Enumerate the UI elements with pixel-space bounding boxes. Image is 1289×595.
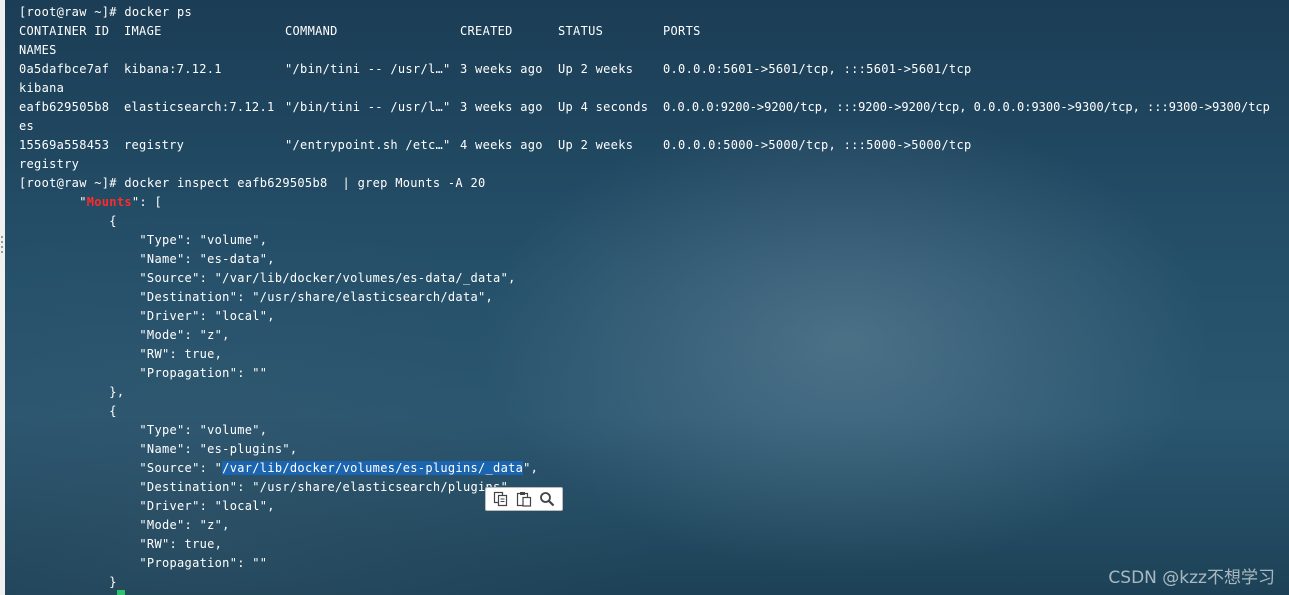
source-suffix: ", bbox=[523, 461, 539, 475]
container-image: kibana:7.12.1 bbox=[124, 62, 222, 76]
header-command: COMMAND bbox=[285, 24, 338, 38]
header-ports: PORTS bbox=[663, 24, 701, 38]
header-names: NAMES bbox=[19, 43, 57, 57]
container-name: registry bbox=[19, 157, 80, 171]
inspect-line: "RW": true, bbox=[19, 537, 223, 551]
container-created: 3 weeks ago bbox=[460, 62, 543, 76]
container-row: 15569a558453 registry "/entrypoint.sh /e… bbox=[19, 136, 1279, 155]
copy-icon[interactable] bbox=[492, 490, 510, 508]
container-name: kibana bbox=[19, 81, 65, 95]
container-command: "/bin/tini -- /usr/l…" bbox=[285, 100, 451, 114]
inspect-line: "RW": true, bbox=[19, 347, 223, 361]
inspect-line: { bbox=[19, 404, 117, 418]
container-created: 3 weeks ago bbox=[460, 100, 543, 114]
source-line: "Source": "/var/lib/docker/volumes/es-pl… bbox=[19, 459, 538, 478]
command-docker-ps: [root@raw ~]# docker ps bbox=[19, 5, 193, 19]
container-status: Up 4 seconds bbox=[558, 100, 649, 114]
container-name: es bbox=[19, 119, 35, 133]
header-image: IMAGE bbox=[124, 24, 162, 38]
container-created: 4 weeks ago bbox=[460, 138, 543, 152]
inspect-line: } bbox=[19, 575, 117, 589]
inspect-line: "Propagation": "" bbox=[19, 556, 268, 570]
inspect-line: "Source": "/var/lib/docker/volumes/es-da… bbox=[19, 271, 516, 285]
inspect-line: }, bbox=[19, 385, 125, 399]
container-id: 0a5dafbce7af bbox=[19, 62, 110, 76]
container-image: elasticsearch:7.12.1 bbox=[124, 100, 275, 114]
container-ports: 0.0.0.0:5000->5000/tcp, :::5000->5000/tc… bbox=[663, 138, 972, 152]
terminal-window[interactable]: [root@raw ~]# docker ps CONTAINER ID IMA… bbox=[5, 0, 1289, 595]
inspect-line: "Type": "volume", bbox=[19, 423, 268, 437]
container-image: registry bbox=[124, 138, 185, 152]
selection-toolbar bbox=[485, 487, 563, 511]
command-docker-inspect: [root@raw ~]# docker inspect eafb629505b… bbox=[19, 176, 486, 190]
inspect-line: "Destination": "/usr/share/elasticsearch… bbox=[19, 480, 516, 494]
container-status: Up 2 weeks bbox=[558, 138, 634, 152]
container-status: Up 2 weeks bbox=[558, 62, 634, 76]
terminal-cursor bbox=[117, 590, 125, 595]
container-id: 15569a558453 bbox=[19, 138, 110, 152]
mounts-line: "Mounts": [ bbox=[19, 193, 162, 212]
container-id: eafb629505b8 bbox=[19, 100, 110, 114]
csdn-watermark: CSDN @kzz不想学习 bbox=[1108, 568, 1275, 588]
inspect-line: "Driver": "local", bbox=[19, 309, 275, 323]
container-row: eafb629505b8 elasticsearch:7.12.1 "/bin/… bbox=[19, 98, 1279, 117]
inspect-line: "Mode": "z", bbox=[19, 328, 230, 342]
container-ports: 0.0.0.0:5601->5601/tcp, :::5601->5601/tc… bbox=[663, 62, 972, 76]
search-icon[interactable] bbox=[538, 490, 556, 508]
inspect-line: "Name": "es-plugins", bbox=[19, 442, 298, 456]
mounts-bracket: ": [ bbox=[131, 195, 162, 209]
ps-header-row: CONTAINER ID IMAGE COMMAND CREATED STATU… bbox=[19, 22, 1279, 41]
inspect-line: "Destination": "/usr/share/elasticsearch… bbox=[19, 290, 494, 304]
header-status: STATUS bbox=[558, 24, 604, 38]
container-ports: 0.0.0.0:9200->9200/tcp, :::9200->9200/tc… bbox=[663, 100, 1270, 114]
inspect-line: "Propagation": "" bbox=[19, 366, 268, 380]
container-command: "/bin/tini -- /usr/l…" bbox=[285, 62, 451, 76]
inspect-line: "Name": "es-data", bbox=[19, 252, 275, 266]
mounts-indent: " bbox=[19, 195, 87, 209]
inspect-line: "Mode": "z", bbox=[19, 518, 230, 532]
inspect-line: "Driver": "local", bbox=[19, 499, 275, 513]
source-prefix: "Source": " bbox=[19, 461, 223, 475]
container-row: 0a5dafbce7af kibana:7.12.1 "/bin/tini --… bbox=[19, 60, 1279, 79]
selected-source-path[interactable]: /var/lib/docker/volumes/es-plugins/_data bbox=[222, 461, 524, 475]
mounts-keyword: Mounts bbox=[86, 195, 132, 209]
paste-icon[interactable] bbox=[515, 490, 533, 508]
inspect-line: "Type": "volume", bbox=[19, 233, 268, 247]
header-container-id: CONTAINER ID bbox=[19, 24, 110, 38]
header-created: CREATED bbox=[460, 24, 513, 38]
container-command: "/entrypoint.sh /etc…" bbox=[285, 138, 451, 152]
inspect-line: { bbox=[19, 214, 117, 228]
